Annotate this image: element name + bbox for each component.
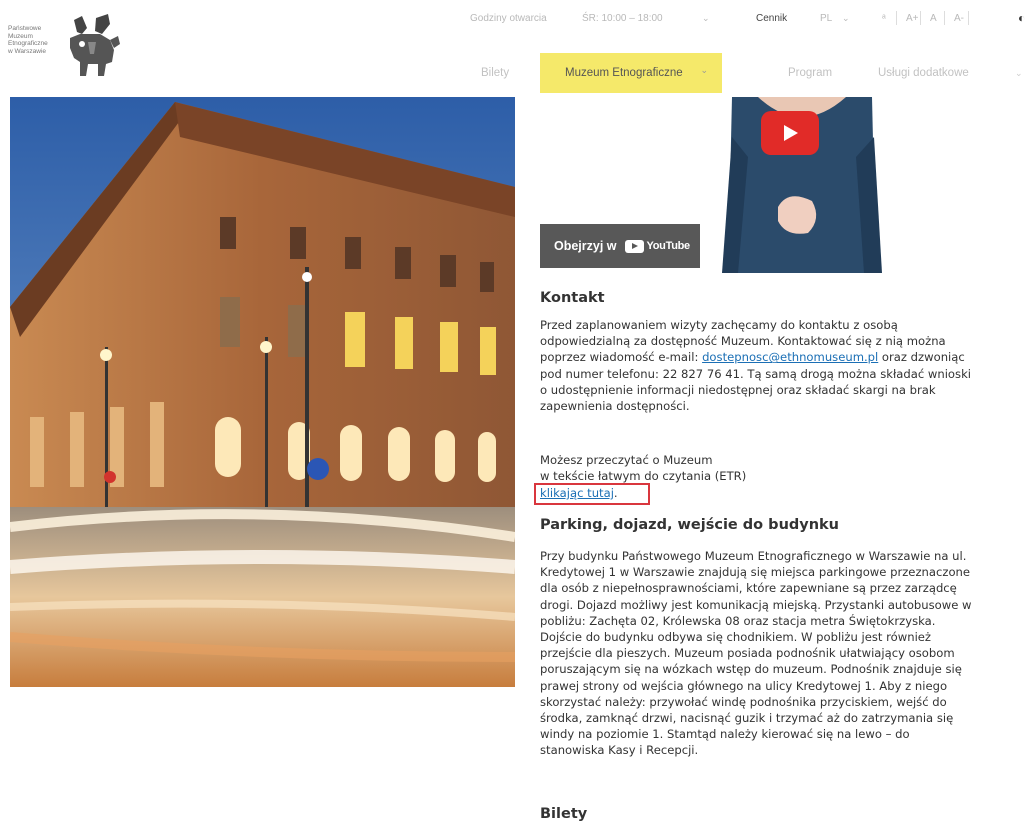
- youtube-word: YouTube: [646, 240, 691, 252]
- text-line: windy na poziomie 1. Stamtąd należy kier…: [540, 727, 910, 742]
- font-increase-button[interactable]: A+: [906, 9, 919, 27]
- divider: [896, 11, 897, 25]
- text-line: Dojście do budynku odbywa się chodnikiem…: [540, 630, 932, 645]
- nav-item-label: Muzeum Etnograficzne: [565, 67, 683, 79]
- font-normal-button[interactable]: A: [930, 9, 937, 27]
- email-line: poprzez wiadomość e-mail: dostepnosc@eth…: [540, 349, 971, 365]
- text-line: prawej strony od wejścia głównego na uli…: [540, 678, 948, 693]
- email-link[interactable]: dostepnosc@ethnomuseum.pl: [702, 350, 878, 364]
- opening-hours-value[interactable]: ŚR: 10:00 – 18:00: [582, 9, 663, 27]
- text-line: pod numer telefonu: 22 827 76 41. Tą sam…: [540, 366, 972, 381]
- section-heading-bilety: Bilety: [540, 806, 588, 822]
- easy-read-link-line: klikając tutaj.: [540, 485, 618, 501]
- logo-line: Państwowe: [8, 25, 42, 32]
- text-line: poruszającym się na wózkach wstęp do muz…: [540, 662, 962, 677]
- nav-item-muzeum-etnograficzne[interactable]: Muzeum Etnograficzne ⌄: [540, 53, 722, 93]
- text-line: w tekście łatwym do czytania (ETR): [540, 469, 747, 484]
- text-line: o udostępnienie informacji niedostępnej …: [540, 382, 936, 397]
- chevron-down-icon[interactable]: ⌄: [842, 9, 850, 27]
- youtube-video-thumbnail[interactable]: Obejrzyj w YouTube: [540, 97, 895, 273]
- text-line: środka, zamknąć drzwi, nacisnąć guzik i …: [540, 711, 954, 726]
- text-size-toggle-button[interactable]: ᵃ: [882, 9, 886, 27]
- price-list-link[interactable]: Cennik: [756, 9, 787, 27]
- text-line: stanowiska Kasy i Recepcji.: [540, 743, 699, 758]
- easy-read-paragraph: Możesz przeczytać o Muzeum w tekście łat…: [540, 452, 746, 484]
- kontakt-paragraph: Przed zaplanowaniem wizyty zachęcamy do …: [540, 317, 971, 414]
- watch-label: Obejrzyj w: [554, 239, 617, 253]
- nav-item-program[interactable]: Program: [788, 53, 832, 93]
- text-line: zapewnienia dostępności.: [540, 399, 690, 414]
- nav-item-bilety[interactable]: Bilety: [481, 53, 509, 93]
- youtube-logo-icon: YouTube: [624, 239, 691, 253]
- text-line: przejście dla pieszych. Muzeum posiada p…: [540, 646, 955, 661]
- text-line: Możesz przeczytać o Muzeum: [540, 453, 713, 467]
- parking-paragraph: Przy budynku Państwowego Muzeum Etnograf…: [540, 548, 972, 759]
- font-decrease-button[interactable]: A-: [954, 9, 964, 27]
- museum-logo[interactable]: Państwowe Muzeum Etnograficzne w Warszaw…: [8, 14, 123, 80]
- museum-building-photo: [10, 97, 515, 687]
- text-line: dla osób z niepełnosprawnościami, które …: [540, 581, 957, 596]
- text-line: Przy budynku Państwowego Muzeum Etnograf…: [540, 549, 967, 563]
- contrast-icon[interactable]: ◐: [1018, 9, 1025, 27]
- opening-hours-label: Godziny otwarcia: [470, 12, 547, 24]
- watch-on-youtube-button[interactable]: Obejrzyj w YouTube: [540, 224, 700, 268]
- text-fragment: poprzez wiadomość e-mail:: [540, 350, 703, 365]
- text-line: pobliżu: Zachęta 02, Królewska 08 oraz s…: [540, 613, 936, 628]
- text-line: odpowiedzialną za dostępność Muzeum. Kon…: [540, 334, 946, 349]
- section-heading-parking: Parking, dojazd, wejście do budynku: [540, 517, 840, 533]
- divider: [944, 11, 945, 25]
- nav-item-uslugi-dodatkowe[interactable]: Usługi dodatkowe: [878, 53, 969, 93]
- youtube-play-icon[interactable]: [761, 111, 819, 155]
- logo-line: Muzeum: [8, 32, 33, 40]
- text-fragment: .: [613, 486, 618, 500]
- logo-line: w Warszawie: [8, 47, 47, 55]
- easy-read-link[interactable]: klikając tutaj: [540, 486, 614, 500]
- divider: [968, 11, 969, 25]
- section-heading-kontakt: Kontakt: [540, 290, 605, 306]
- language-select[interactable]: PL: [820, 9, 832, 27]
- chevron-down-icon: ⌄: [700, 65, 708, 75]
- text-line: drogi. Dojazd możliwy jest komunikacją m…: [540, 597, 972, 612]
- logo-text: Państwowe Muzeum Etnograficzne w Warszaw…: [8, 25, 48, 55]
- text-line: skorzystać należy: przywołać windę podno…: [540, 694, 947, 709]
- chevron-down-icon[interactable]: ⌄: [702, 9, 710, 27]
- divider: [920, 11, 921, 25]
- winged-animal-logo-icon: [70, 14, 120, 76]
- text-fragment: oraz dzwoniąc: [878, 350, 965, 365]
- text-line: Kredytowej 1 w Warszawie znajdują się mi…: [540, 565, 971, 580]
- chevron-down-icon[interactable]: ⌄: [1015, 53, 1023, 93]
- text-line: Przed zaplanowaniem wizyty zachęcamy do …: [540, 318, 898, 332]
- logo-line: Etnograficzne: [8, 40, 48, 47]
